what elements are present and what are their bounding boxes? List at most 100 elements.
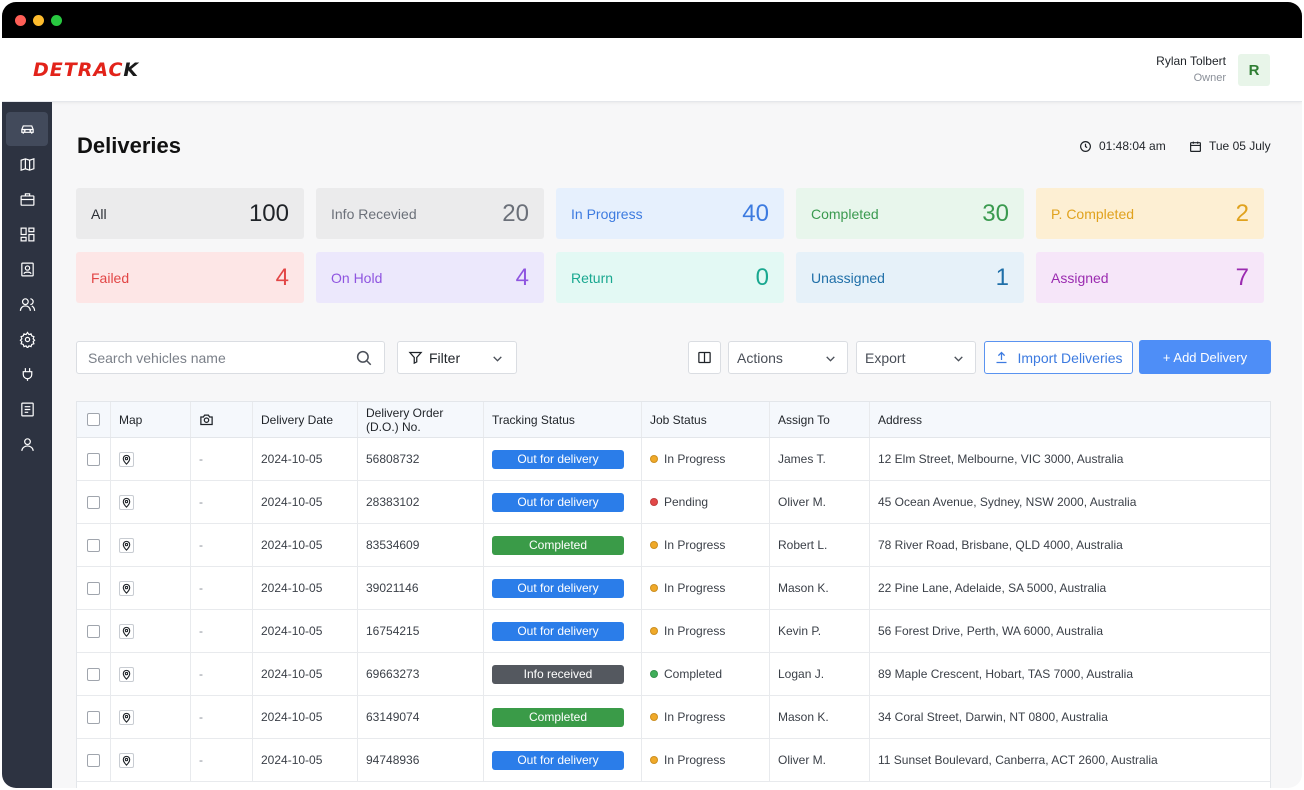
status-card-completed[interactable]: Completed 30	[796, 188, 1024, 239]
row-checkbox[interactable]	[87, 538, 100, 552]
row-delivery-date: 2024-10-05	[253, 739, 358, 781]
status-card-in-progress[interactable]: In Progress 40	[556, 188, 784, 239]
status-card-count: 40	[742, 200, 769, 227]
sidebar-item-profile[interactable]	[6, 427, 48, 461]
row-do-number[interactable]: 56808732	[358, 438, 484, 480]
tracking-status-badge: Out for delivery	[492, 621, 624, 641]
status-card-failed[interactable]: Failed 4	[76, 252, 304, 303]
map-pin-icon[interactable]	[119, 752, 134, 768]
job-status-text: In Progress	[664, 538, 726, 552]
header-map[interactable]: Map	[111, 402, 191, 437]
search-input[interactable]	[88, 349, 348, 367]
row-checkbox[interactable]	[87, 667, 100, 681]
status-card-all[interactable]: All 100	[76, 188, 304, 239]
map-pin-icon[interactable]	[119, 537, 134, 553]
status-card-label: In Progress	[571, 206, 643, 222]
header-assign-to[interactable]: Assign To	[770, 402, 870, 437]
dashboard-icon	[20, 227, 34, 241]
sidebar-item-contacts[interactable]	[6, 252, 48, 286]
maximize-window-button[interactable]	[51, 15, 62, 26]
table-row[interactable]: -2024-10-05 94748936 Out for delivery In Pr…	[77, 739, 1270, 782]
row-checkbox[interactable]	[87, 753, 100, 767]
tracking-status-badge: Out for delivery	[492, 750, 624, 770]
status-card-return[interactable]: Return 0	[556, 252, 784, 303]
row-do-number[interactable]: 83534609	[358, 524, 484, 566]
minimize-window-button[interactable]	[33, 15, 44, 26]
select-all-checkbox[interactable]	[87, 413, 100, 426]
header-do-no[interactable]: Delivery Order (D.O.) No.	[358, 402, 484, 437]
row-job-status: In Progress	[642, 567, 770, 609]
table-row[interactable]: -2024-10-05 69663273 Info received Complete…	[77, 653, 1270, 696]
close-window-button[interactable]	[15, 15, 26, 26]
actions-dropdown[interactable]: Actions	[728, 341, 848, 374]
header-tracking-status[interactable]: Tracking Status	[484, 402, 642, 437]
sidebar-item-map[interactable]	[6, 147, 48, 181]
row-do-number[interactable]: 63149074	[358, 696, 484, 738]
calendar-icon	[1190, 141, 1201, 152]
car-icon	[20, 124, 34, 134]
row-address: 12 Elm Street, Melbourne, VIC 3000, Aust…	[878, 452, 1124, 466]
sidebar-item-jobs[interactable]	[6, 182, 48, 216]
search-icon[interactable]	[355, 349, 373, 367]
sidebar-item-dashboard[interactable]	[6, 217, 48, 251]
row-checkbox[interactable]	[87, 581, 100, 595]
row-checkbox[interactable]	[87, 452, 100, 466]
table-row[interactable]: -2024-10-05 83534609 Completed In Progress R…	[77, 524, 1270, 567]
map-pin-icon[interactable]	[119, 623, 134, 639]
header-address[interactable]: Address	[870, 402, 1272, 437]
header-delivery-date[interactable]: Delivery Date	[253, 402, 358, 437]
row-do-number[interactable]: 94748936	[358, 739, 484, 781]
columns-icon	[698, 351, 711, 364]
deliveries-table: Map Delivery Date Delivery Order (D.O.) …	[76, 401, 1271, 788]
map-pin-icon[interactable]	[119, 580, 134, 596]
row-checkbox[interactable]	[87, 624, 100, 638]
sidebar-item-integrations[interactable]	[6, 357, 48, 391]
job-status-text: Completed	[664, 667, 723, 681]
table-row-partial	[77, 782, 1270, 788]
map-pin-icon[interactable]	[119, 451, 134, 467]
table-row[interactable]: -2024-10-05 16754215 Out for delivery In Pr…	[77, 610, 1270, 653]
header-do-line2: (D.O.) No.	[366, 419, 421, 434]
row-select-cell	[77, 481, 111, 523]
row-checkbox[interactable]	[87, 495, 100, 509]
row-do-number[interactable]: 69663273	[358, 653, 484, 695]
logo-tail: K	[123, 59, 140, 81]
status-card-count: 30	[982, 200, 1009, 227]
status-card-on-hold[interactable]: On Hold 4	[316, 252, 544, 303]
columns-toggle-button[interactable]	[688, 341, 721, 374]
status-card-info-recevied[interactable]: Info Recevied 20	[316, 188, 544, 239]
sidebar-item-vehicles[interactable]	[6, 112, 48, 146]
add-delivery-button[interactable]: + Add Delivery	[1139, 340, 1271, 374]
status-card-assigned[interactable]: Assigned 7	[1036, 252, 1264, 303]
table-row[interactable]: -2024-10-05 28383102 Out for delivery Pendi…	[77, 481, 1270, 524]
sidebar-item-team[interactable]	[6, 287, 48, 321]
status-card-p-completed[interactable]: P. Completed 2	[1036, 188, 1264, 239]
table-row[interactable]: -2024-10-05 39021146 Out for delivery In Pr…	[77, 567, 1270, 610]
detrack-logo[interactable]: DETRACK	[33, 59, 139, 81]
header-job-status[interactable]: Job Status	[642, 402, 770, 437]
row-do-number[interactable]: 28383102	[358, 481, 484, 523]
main-content: Deliveries 01:48:04 am Tue 05 July All 10…	[52, 102, 1302, 788]
filter-button[interactable]: Filter	[397, 341, 517, 374]
row-delivery-date: 2024-10-05	[253, 567, 358, 609]
status-card-unassigned[interactable]: Unassigned 1	[796, 252, 1024, 303]
avatar[interactable]: R	[1238, 54, 1270, 86]
row-do-number[interactable]: 39021146	[358, 567, 484, 609]
status-card-count: 1	[995, 264, 1009, 291]
job-status-dot	[650, 756, 658, 764]
row-checkbox[interactable]	[87, 710, 100, 724]
sidebar-item-settings[interactable]	[6, 322, 48, 356]
search-box[interactable]	[76, 341, 385, 374]
table-row[interactable]: -2024-10-05 63149074 Completed In Progress M…	[77, 696, 1270, 739]
export-dropdown[interactable]: Export	[856, 341, 976, 374]
row-do-number[interactable]: 16754215	[358, 610, 484, 652]
sidebar-item-reports[interactable]	[6, 392, 48, 426]
table-row[interactable]: -2024-10-05 56808732 Out for delivery In Pr…	[77, 438, 1270, 481]
status-card-label: P. Completed	[1051, 206, 1135, 222]
map-pin-icon[interactable]	[119, 494, 134, 510]
map-pin-icon[interactable]	[119, 666, 134, 682]
map-pin-icon[interactable]	[119, 709, 134, 725]
import-deliveries-button[interactable]: Import Deliveries	[984, 341, 1133, 374]
header-photo[interactable]	[191, 402, 253, 437]
time-text: 01:48:04 am	[1099, 139, 1166, 153]
